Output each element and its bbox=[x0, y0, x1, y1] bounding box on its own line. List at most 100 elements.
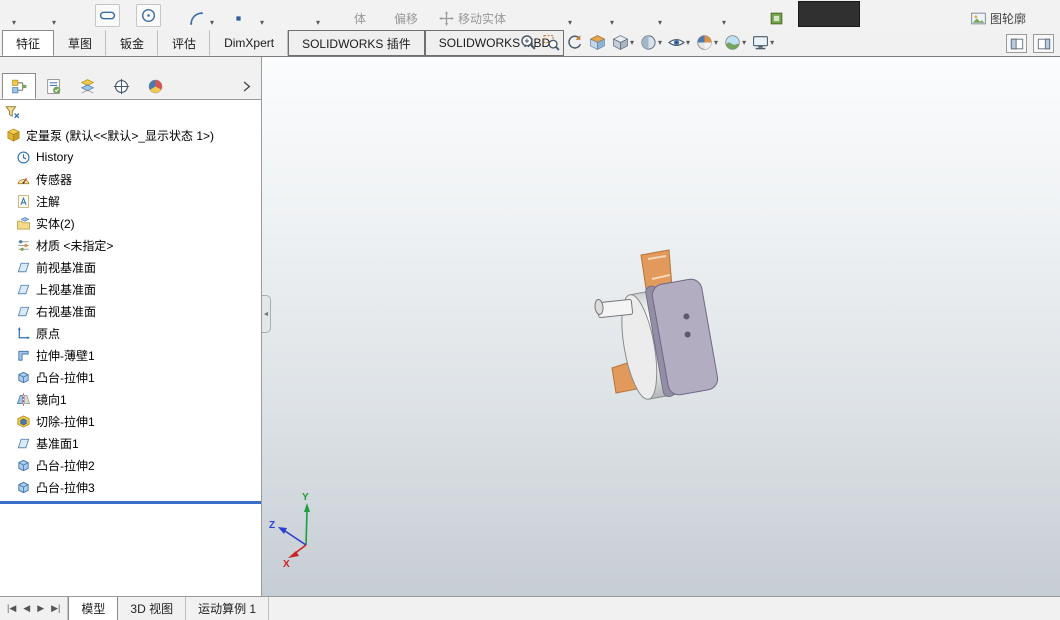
rollback-bar[interactable] bbox=[0, 501, 261, 504]
tree-item[interactable]: 原点 bbox=[0, 322, 261, 344]
tool-dropdown-2[interactable]: ▾ bbox=[52, 19, 56, 27]
tool-dropdown-4[interactable]: ▾ bbox=[610, 19, 614, 27]
doc-tab-3[interactable]: 运动算例 1 bbox=[186, 597, 270, 620]
tool-dropdown-5-glyph: ▾ bbox=[658, 18, 663, 27]
view-orientation-dropdown[interactable]: ▾ bbox=[630, 38, 634, 47]
tree-item-label: 凸台-拉伸2 bbox=[36, 458, 95, 473]
configurationmanager-tab[interactable] bbox=[70, 73, 104, 99]
featuremanager-tab[interactable] bbox=[2, 73, 36, 99]
doc-tab-nav-2[interactable]: ◀ bbox=[21, 602, 32, 615]
propertymanager-tab[interactable] bbox=[36, 73, 70, 99]
view-settings-button[interactable]: ▾ bbox=[750, 33, 776, 52]
bottom-bar: |◀ ◀ ▶ ▶| 模型 3D 视图 运动算例 1 bbox=[0, 596, 1060, 620]
tree-item[interactable]: 定量泵 (默认<<默认>_显示状态 1>) bbox=[0, 124, 261, 146]
hide-show-items-dropdown[interactable]: ▾ bbox=[686, 38, 690, 47]
apply-scene-dropdown[interactable]: ▾ bbox=[742, 38, 746, 47]
doc-tab-nav-3[interactable]: ▶ bbox=[35, 602, 46, 615]
tree-item[interactable]: 拉伸-薄壁1 bbox=[0, 344, 261, 366]
command-tab-3[interactable]: 钣金 bbox=[106, 30, 159, 56]
tree-item[interactable]: 镜向1 bbox=[0, 388, 261, 410]
tree-item[interactable]: 凸台-拉伸3 bbox=[0, 476, 261, 498]
tree-item[interactable]: 凸台-拉伸2 bbox=[0, 454, 261, 476]
slot-button[interactable] bbox=[95, 4, 120, 27]
tool-dropdown-3[interactable]: ▾ bbox=[316, 19, 320, 27]
tree-item[interactable]: 注解 bbox=[0, 190, 261, 212]
toggle-left-pane[interactable] bbox=[1006, 34, 1027, 53]
doc-tab-1[interactable]: 模型 bbox=[68, 597, 119, 620]
tree-item[interactable]: 前视基准面 bbox=[0, 256, 261, 278]
zoom-area-button[interactable] bbox=[541, 33, 562, 52]
hide-show-items-button[interactable]: ▾ bbox=[666, 33, 692, 52]
tool-dropdown-4-glyph: ▾ bbox=[610, 18, 615, 27]
tree-item[interactable]: History bbox=[0, 146, 261, 168]
move-entities-dropdown[interactable]: ▾ bbox=[568, 19, 572, 27]
command-tab-6[interactable]: SOLIDWORKS 插件 bbox=[288, 30, 425, 56]
arc-button[interactable] bbox=[188, 10, 205, 27]
move-entities-icon bbox=[438, 10, 455, 27]
view-orientation-button[interactable]: ▾ bbox=[610, 33, 636, 52]
tool-dropdown-1[interactable]: ▾ bbox=[12, 19, 16, 27]
edit-appearance-button[interactable]: ▾ bbox=[694, 33, 720, 52]
offset-entities-label: 偏移 bbox=[394, 12, 419, 26]
thin-extrude-icon bbox=[16, 348, 31, 363]
displaymanager-tab[interactable] bbox=[138, 73, 172, 99]
instant3d-button[interactable] bbox=[768, 10, 785, 27]
panel-flyout-chevron[interactable] bbox=[235, 75, 257, 97]
tree-item[interactable]: 传感器 bbox=[0, 168, 261, 190]
tree-item[interactable]: 基准面1 bbox=[0, 432, 261, 454]
offset-entities-button[interactable]: 偏移 bbox=[394, 10, 418, 27]
section-view-button[interactable] bbox=[587, 33, 608, 52]
panel-collapse-handle[interactable]: ◄ bbox=[262, 295, 271, 333]
feature-tree: 定量泵 (默认<<默认>_显示状态 1>) History 传感器 注解 实体(2) 材质… bbox=[0, 124, 261, 504]
move-entities-button[interactable]: 移动实体 bbox=[438, 10, 506, 27]
tree-item[interactable]: 凸台-拉伸1 bbox=[0, 366, 261, 388]
tree-item-label: 凸台-拉伸1 bbox=[36, 370, 95, 385]
triad-z-label: Z bbox=[269, 520, 275, 531]
tree-item-label: 上视基准面 bbox=[36, 282, 97, 297]
tree-item[interactable]: 右视基准面 bbox=[0, 300, 261, 322]
toggle-right-pane[interactable] bbox=[1033, 34, 1054, 53]
pane-toggles bbox=[1006, 34, 1054, 53]
tree-item[interactable]: 上视基准面 bbox=[0, 278, 261, 300]
doc-tab-nav-1[interactable]: |◀ bbox=[5, 602, 18, 615]
model-3d[interactable] bbox=[582, 237, 802, 457]
previous-view-button[interactable] bbox=[564, 33, 585, 52]
dimxpertmanager-tab[interactable] bbox=[104, 73, 138, 99]
point-button[interactable] bbox=[230, 10, 247, 27]
display-style-dropdown[interactable]: ▾ bbox=[658, 38, 662, 47]
sketch-picture-button[interactable]: 图轮廓 bbox=[970, 10, 1026, 27]
doc-tab-2[interactable]: 3D 视图 bbox=[118, 597, 187, 620]
tree-item[interactable]: 切除-拉伸1 bbox=[0, 410, 261, 432]
shaft[interactable] bbox=[594, 298, 634, 319]
plane-icon bbox=[16, 436, 31, 451]
arc-dropdown[interactable]: ▾ bbox=[210, 19, 214, 27]
pane-right-icon bbox=[1037, 37, 1051, 51]
command-tab-5[interactable]: DimXpert bbox=[210, 30, 289, 56]
apply-scene-button[interactable]: ▾ bbox=[722, 33, 748, 52]
previous-view-icon bbox=[566, 34, 583, 51]
move-entities-dropdown-glyph: ▾ bbox=[568, 18, 573, 27]
doc-tab-nav-4[interactable]: ▶| bbox=[49, 602, 62, 615]
tree-item-label: 材质 <未指定> bbox=[36, 238, 114, 253]
edit-appearance-icon bbox=[696, 34, 713, 51]
sensors-icon bbox=[16, 172, 31, 187]
tree-filter-button[interactable] bbox=[2, 102, 23, 123]
entities-tool-button[interactable]: 体 bbox=[354, 10, 366, 27]
tree-item[interactable]: 实体(2) bbox=[0, 212, 261, 234]
command-tab-2[interactable]: 草图 bbox=[54, 30, 107, 56]
edit-appearance-dropdown[interactable]: ▾ bbox=[714, 38, 718, 47]
command-tab-1[interactable]: 特征 bbox=[2, 30, 55, 56]
circle-button[interactable] bbox=[136, 4, 161, 27]
tool-dropdown-1-glyph: ▾ bbox=[12, 18, 17, 27]
tool-dropdown-6[interactable]: ▾ bbox=[722, 19, 726, 27]
cut-extrude-icon bbox=[16, 414, 31, 429]
tree-item[interactable]: 材质 <未指定> bbox=[0, 234, 261, 256]
zoom-fit-button[interactable] bbox=[518, 33, 539, 52]
point-dropdown[interactable]: ▾ bbox=[260, 19, 264, 27]
tool-dropdown-5[interactable]: ▾ bbox=[658, 19, 662, 27]
display-style-button[interactable]: ▾ bbox=[638, 33, 664, 52]
graphics-area[interactable]: Y Z X ◄ bbox=[262, 57, 1060, 596]
command-tab-4[interactable]: 评估 bbox=[158, 30, 211, 56]
view-settings-dropdown[interactable]: ▾ bbox=[770, 38, 774, 47]
circle-icon bbox=[140, 7, 157, 24]
